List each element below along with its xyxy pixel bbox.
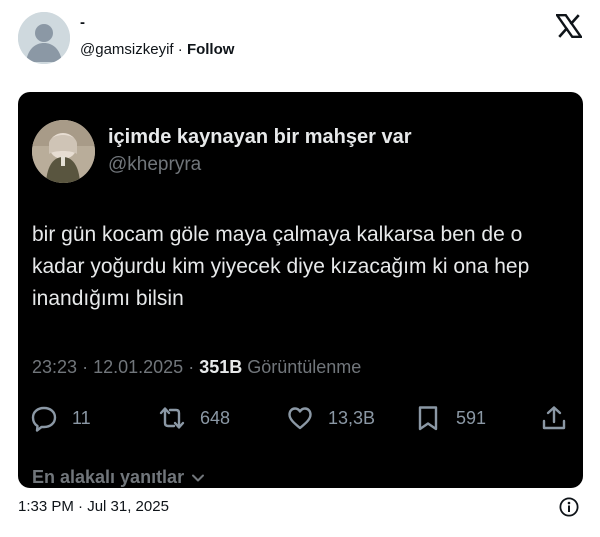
bookmark-action: 591 — [414, 398, 486, 438]
author-handle-line: @gamsizkeyif · Follow — [80, 41, 234, 58]
post-timestamp[interactable]: 1:33 PM · Jul 31, 2025 — [18, 498, 169, 515]
views-count: 351B — [199, 357, 243, 377]
meta-separator: · — [188, 357, 195, 377]
embed-header: - @gamsizkeyif · Follow — [0, 0, 600, 80]
quoted-tweet-meta: 23:23 · 12.01.2025 · 351B Görüntülenme — [32, 357, 361, 378]
retweet-action: 648 — [158, 398, 230, 438]
share-icon — [542, 406, 566, 430]
follow-button[interactable]: Follow — [187, 41, 235, 58]
tweet-date: 12.01.2025 — [93, 357, 184, 377]
quoted-handle: @khepryra — [108, 154, 202, 175]
quoted-tweet-text: bir gün kocam göle maya çalmaya kalkarsa… — [32, 223, 530, 310]
chevron-down-icon — [192, 474, 205, 482]
retweet-icon — [159, 407, 185, 429]
retweet-count: 648 — [200, 407, 231, 428]
default-avatar-icon — [18, 12, 70, 64]
author-display-name[interactable]: - — [80, 14, 85, 31]
meta-separator: · — [82, 357, 89, 377]
relevant-replies-text: En alakalı yanıtlar — [32, 467, 185, 487]
x-logo-icon[interactable] — [556, 14, 582, 38]
bookmark-count: 591 — [456, 407, 487, 428]
relevant-replies-label: En alakalı yanıtlar — [32, 467, 205, 488]
quoted-author-avatar — [32, 120, 95, 183]
action-bar: 11 648 13,3B 591 — [18, 398, 583, 438]
quoted-display-name: içimde kaynayan bir mahşer var — [108, 126, 412, 148]
views-label: Görüntülenme — [247, 357, 362, 377]
info-icon[interactable] — [559, 497, 579, 517]
reply-count: 11 — [72, 407, 91, 428]
author-handle[interactable]: @gamsizkeyif — [80, 41, 174, 58]
quoted-tweet-image[interactable]: içimde kaynayan bir mahşer var @khepryra… — [18, 92, 583, 488]
like-action: 13,3B — [286, 398, 375, 438]
like-count: 13,3B — [328, 407, 376, 428]
author-avatar[interactable] — [18, 12, 70, 64]
like-icon — [288, 407, 312, 430]
profile-photo-icon — [32, 120, 95, 183]
bookmark-icon — [418, 406, 438, 431]
reply-icon — [31, 406, 57, 432]
reply-action: 11 — [30, 398, 91, 438]
tweet-time: 23:23 — [32, 357, 78, 377]
separator: · — [177, 41, 183, 58]
share-action — [540, 398, 568, 438]
